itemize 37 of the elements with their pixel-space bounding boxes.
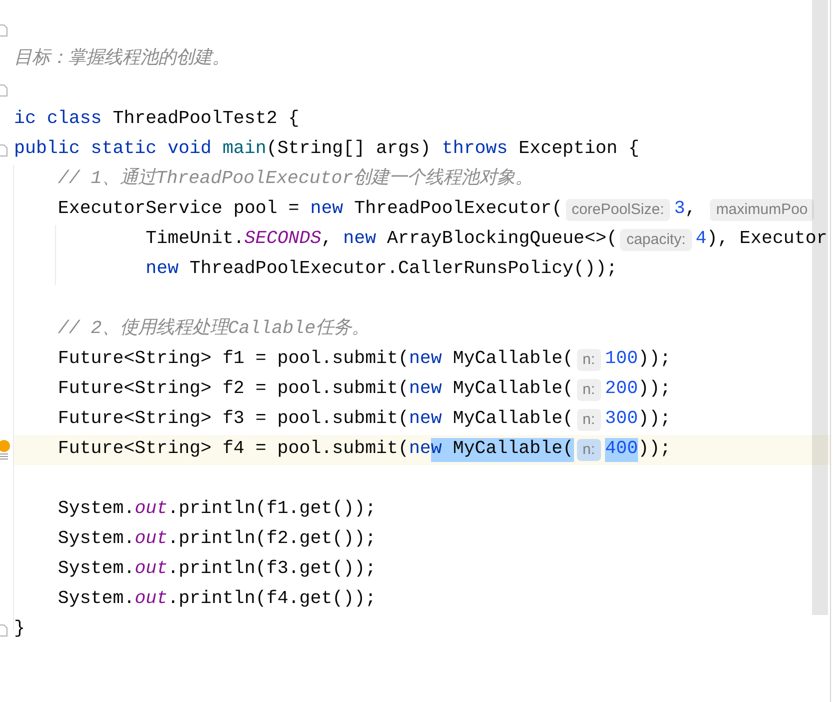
code-comment: // 2、使用线程处理Callable任务。 (58, 318, 370, 342)
lightbulb-icon[interactable] (0, 440, 11, 460)
inlay-hint: corePoolSize: (566, 199, 670, 221)
code-text: 4), Executor (696, 228, 828, 252)
code-text: 100)); (605, 348, 671, 372)
code-comment: // 1、通过ThreadPoolExecutor创建一个线程池对象。 (58, 168, 534, 192)
code-text: } (14, 618, 25, 642)
code-text: Future<String> f1 = pool.submit(new MyCallable( (58, 348, 574, 372)
code-text: public static void main(String[] args) throws Exception { (14, 138, 640, 162)
inlay-hint: n: (576, 349, 602, 371)
code-text: 3, (674, 198, 698, 222)
code-text: new ThreadPoolExecutor.CallerRunsPolicy()); (146, 258, 618, 282)
fold-icon[interactable] (0, 624, 8, 636)
selected-code-text: w MyCallable( (430, 438, 574, 462)
fold-icon[interactable] (0, 144, 8, 156)
code-text: ExecutorService pool = new ThreadPoolExecutor( (58, 198, 563, 222)
code-text: Future<String> f4 = pool.submit(ne (58, 438, 431, 462)
inlay-hint: maximumPoo (710, 199, 814, 221)
inlay-hint: n: (576, 379, 602, 401)
code-text: System.out.println(f4.get()); (58, 588, 376, 612)
code-text: Future<String> f2 = pool.submit(new MyCallable( (58, 378, 574, 402)
code-text: ic class ThreadPoolTest2 { (14, 108, 300, 132)
code-text: System.out.println(f1.get()); (58, 498, 376, 522)
code-text: System.out.println(f2.get()); (58, 528, 376, 552)
code-comment: 目标：掌握线程池的创建。 (14, 48, 230, 72)
inlay-hint: n: (576, 409, 602, 431)
fold-icon[interactable] (0, 84, 8, 96)
code-text: Future<String> f3 = pool.submit(new MyCallable( (58, 408, 574, 432)
code-text: TimeUnit.SECONDS, new ArrayBlockingQueue<>( (146, 228, 618, 252)
fold-icon[interactable] (0, 24, 8, 36)
code-text: 200)); (605, 378, 671, 402)
code-text: 300)); (605, 408, 671, 432)
selected-code-text: 400 (605, 438, 638, 462)
inlay-hint: capacity: (620, 229, 692, 251)
code-text: )); (638, 438, 671, 462)
inlay-hint: n: (576, 439, 602, 461)
code-text: System.out.println(f3.get()); (58, 558, 376, 582)
